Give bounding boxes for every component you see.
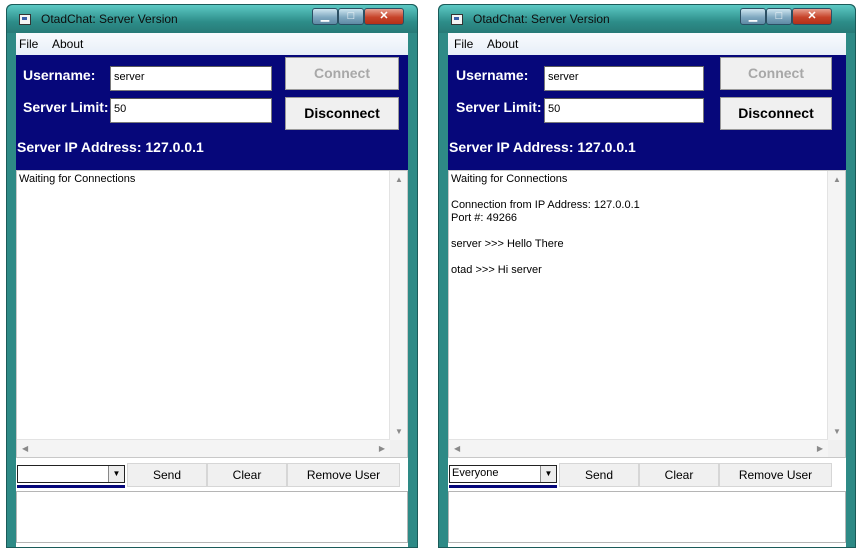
connect-button[interactable]: Connect	[285, 57, 399, 90]
app-icon[interactable]	[451, 14, 463, 25]
vertical-scrollbar[interactable]: ▲ ▼	[827, 171, 845, 440]
remove-user-button[interactable]: Remove User	[719, 463, 832, 487]
scroll-down-icon[interactable]: ▼	[833, 427, 841, 436]
remove-user-button[interactable]: Remove User	[287, 463, 400, 487]
server-window-1: OtadChat: Server Version ▁ □ ✕ File Abou…	[6, 4, 418, 548]
server-limit-field[interactable]: 50	[110, 98, 272, 123]
server-ip-label: Server IP Address: 127.0.0.1	[17, 139, 204, 155]
username-field[interactable]: server	[544, 66, 704, 91]
scroll-corner	[828, 440, 845, 457]
close-icon: ✕	[807, 10, 817, 22]
title-bar[interactable]: OtadChat: Server Version ▁ □ ✕	[439, 5, 855, 33]
server-window-2: OtadChat: Server Version ▁ □ ✕ File Abou…	[438, 4, 856, 548]
scroll-left-icon[interactable]: ◀	[454, 444, 460, 453]
scroll-down-icon[interactable]: ▼	[395, 427, 403, 436]
minimize-icon: ▁	[748, 10, 758, 22]
username-field[interactable]: server	[110, 66, 272, 91]
minimize-button[interactable]: ▁	[312, 8, 338, 25]
menu-bar: File About	[16, 33, 408, 56]
close-button[interactable]: ✕	[364, 8, 404, 25]
vertical-scrollbar[interactable]: ▲ ▼	[389, 171, 407, 440]
server-limit-field[interactable]: 50	[544, 98, 704, 123]
scroll-left-icon[interactable]: ◀	[22, 444, 28, 453]
dropdown-arrow-icon[interactable]: ▼	[108, 466, 124, 482]
connection-panel: Username: server Server Limit: 50 Connec…	[16, 55, 408, 175]
clear-button[interactable]: Clear	[639, 463, 719, 487]
menu-file[interactable]: File	[19, 37, 38, 51]
connection-panel: Username: server Server Limit: 50 Connec…	[448, 55, 846, 175]
dropdown-underline	[17, 485, 125, 488]
maximize-icon: □	[347, 10, 355, 22]
app-icon[interactable]	[19, 14, 31, 25]
dropdown-underline	[449, 485, 557, 488]
menu-file[interactable]: File	[454, 37, 473, 51]
server-ip-label: Server IP Address: 127.0.0.1	[449, 139, 636, 155]
send-button[interactable]: Send	[559, 463, 639, 487]
recipient-dropdown[interactable]: Everyone ▼	[449, 465, 557, 483]
chat-log[interactable]: Waiting for Connections Connection from …	[448, 170, 846, 458]
message-input[interactable]	[16, 491, 408, 543]
scroll-up-icon[interactable]: ▲	[833, 175, 841, 184]
scroll-corner	[390, 440, 407, 457]
server-limit-label: Server Limit:	[456, 99, 542, 115]
minimize-button[interactable]: ▁	[740, 8, 766, 25]
menu-bar: File About	[448, 33, 846, 56]
recipient-dropdown[interactable]: ▼	[17, 465, 125, 483]
client-area: File About Username: server Server Limit…	[16, 33, 408, 547]
send-bar: Everyone ▼ Send Clear Remove User	[448, 459, 846, 489]
menu-about[interactable]: About	[487, 37, 518, 51]
message-input[interactable]	[448, 491, 846, 543]
scroll-right-icon[interactable]: ▶	[379, 444, 385, 453]
window-title: OtadChat: Server Version	[41, 12, 178, 26]
window-title: OtadChat: Server Version	[473, 12, 610, 26]
send-bar: ▼ Send Clear Remove User	[16, 459, 408, 489]
scroll-up-icon[interactable]: ▲	[395, 175, 403, 184]
horizontal-scrollbar[interactable]: ◀ ▶	[17, 439, 390, 457]
username-label: Username:	[23, 67, 96, 83]
dropdown-arrow-icon[interactable]: ▼	[540, 466, 556, 482]
menu-about[interactable]: About	[52, 37, 83, 51]
scroll-right-icon[interactable]: ▶	[817, 444, 823, 453]
maximize-button[interactable]: □	[766, 8, 792, 25]
client-area: File About Username: server Server Limit…	[448, 33, 846, 547]
close-button[interactable]: ✕	[792, 8, 832, 25]
maximize-button[interactable]: □	[338, 8, 364, 25]
chat-log-text: Waiting for Connections Connection from …	[451, 173, 640, 276]
disconnect-button[interactable]: Disconnect	[720, 97, 832, 130]
disconnect-button[interactable]: Disconnect	[285, 97, 399, 130]
username-label: Username:	[456, 67, 529, 83]
minimize-icon: ▁	[320, 10, 330, 22]
send-button[interactable]: Send	[127, 463, 207, 487]
clear-button[interactable]: Clear	[207, 463, 287, 487]
close-icon: ✕	[379, 10, 389, 22]
connect-button[interactable]: Connect	[720, 57, 832, 90]
maximize-icon: □	[775, 10, 783, 22]
title-bar[interactable]: OtadChat: Server Version ▁ □ ✕	[7, 5, 417, 33]
chat-log-text: Waiting for Connections	[19, 173, 136, 185]
horizontal-scrollbar[interactable]: ◀ ▶	[449, 439, 828, 457]
chat-log[interactable]: Waiting for Connections ▲ ▼ ◀ ▶	[16, 170, 408, 458]
server-limit-label: Server Limit:	[23, 99, 109, 115]
recipient-value: Everyone	[452, 467, 499, 479]
